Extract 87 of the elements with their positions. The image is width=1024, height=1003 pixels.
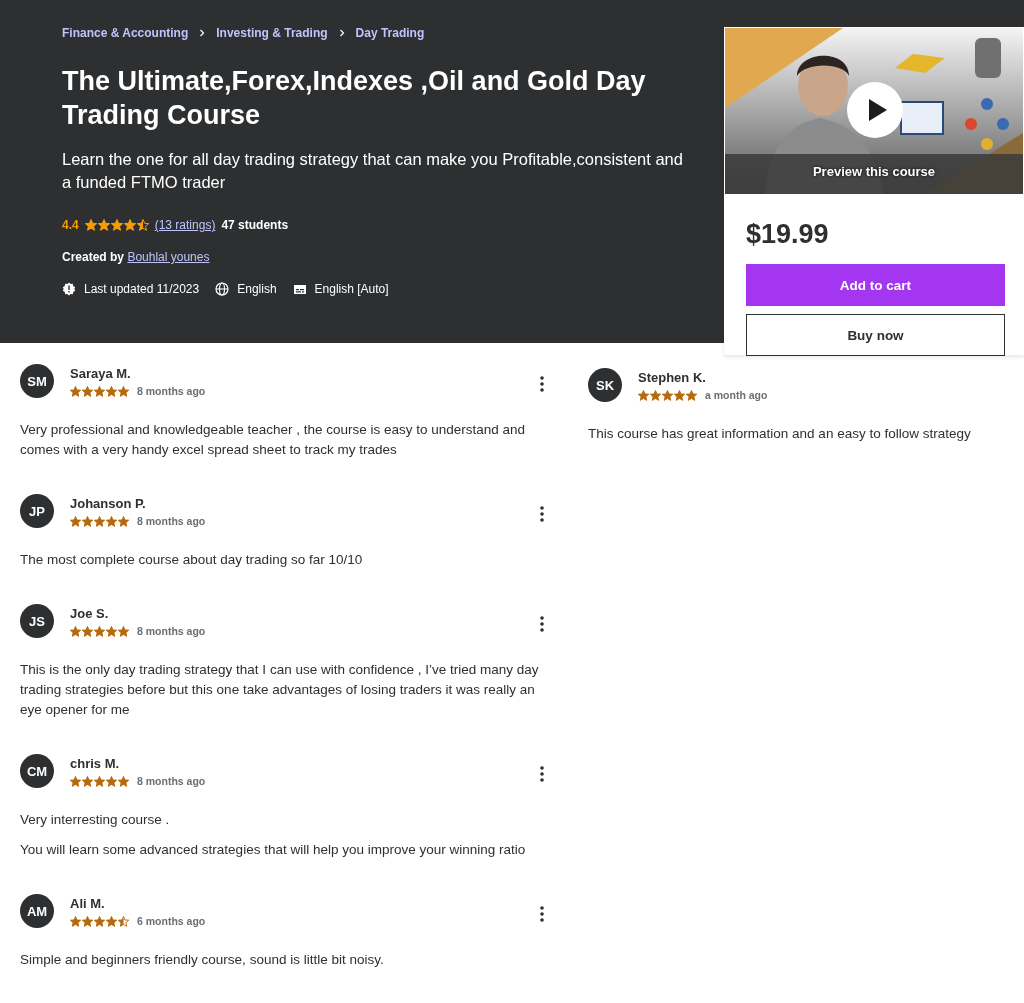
- buy-now-button[interactable]: Buy now: [746, 314, 1005, 356]
- more-options-icon[interactable]: [540, 906, 544, 922]
- created-by-label: Created by: [62, 250, 125, 264]
- play-button-icon[interactable]: [847, 82, 903, 138]
- star-icon: [118, 625, 129, 637]
- star-icon: [106, 515, 117, 527]
- breadcrumb-link[interactable]: Finance & Accounting: [62, 26, 189, 40]
- reviewer-name: Joe S.: [70, 606, 110, 621]
- more-options-icon[interactable]: [540, 616, 544, 632]
- star-icon: [94, 775, 105, 787]
- star-icon: [70, 385, 81, 397]
- star-icon: [70, 915, 81, 927]
- ratings-link[interactable]: (13 ratings): [154, 218, 216, 232]
- avatar: SK: [588, 368, 622, 402]
- meta-text: Last updated 11/2023: [84, 282, 200, 296]
- star-icon: [82, 915, 93, 927]
- star-icon: [70, 775, 81, 787]
- star-icon: [110, 219, 123, 231]
- star-icon: [123, 219, 136, 231]
- star-icon: [106, 385, 117, 397]
- meta-text: English [Auto]: [314, 282, 389, 296]
- rating-value: 4.4: [62, 218, 79, 232]
- half-star-icon: [118, 915, 129, 927]
- review-text: This course has great information and an easy to follow strategy: [588, 425, 972, 443]
- add-to-cart-button[interactable]: Add to cart: [746, 264, 1005, 306]
- avatar: JS: [20, 604, 54, 638]
- globe-icon: [215, 282, 230, 296]
- course-subtitle: Learn the one for all day trading strategy that can make you Profitable,consistent and a funded FTMO trader: [62, 149, 684, 193]
- reviewer-name: Ali M.: [70, 896, 106, 911]
- star-icon: [650, 389, 661, 401]
- half-star-icon: [136, 219, 149, 231]
- reviewer-name: Stephen K.: [638, 370, 707, 385]
- star-icon: [84, 219, 97, 231]
- review-text: Simple and beginners friendly course, sound is little bit noisy.: [20, 951, 385, 969]
- star-icon: [118, 385, 129, 397]
- star-icon: [106, 775, 117, 787]
- meta-text: English: [237, 282, 277, 296]
- review-time: 8 months ago: [137, 625, 206, 637]
- star-icon: [70, 625, 81, 637]
- star-icon: [662, 389, 673, 401]
- star-icon: [82, 775, 93, 787]
- star-icon: [674, 389, 685, 401]
- review-text: Very interresting course .: [20, 811, 171, 829]
- star-icon: [106, 915, 117, 927]
- author-link[interactable]: Bouhlal younes: [127, 250, 210, 264]
- course-title: The Ultimate,Forex,Indexes ,Oil and Gold Day Trading Course: [62, 65, 647, 132]
- avatar: SM: [20, 364, 54, 398]
- star-icon: [82, 515, 93, 527]
- star-icon: [638, 389, 649, 401]
- student-count: 47 students: [221, 218, 289, 232]
- more-options-icon[interactable]: [540, 766, 544, 782]
- chevron-icon: [198, 29, 207, 37]
- more-options-icon[interactable]: [540, 376, 544, 392]
- avatar: CM: [20, 754, 54, 788]
- reviewer-name: Johanson P.: [70, 496, 147, 511]
- star-icon: [94, 625, 105, 637]
- breadcrumb-link[interactable]: Investing & Trading: [216, 26, 328, 40]
- star-icon: [94, 915, 105, 927]
- chevron-icon: [337, 29, 346, 37]
- captions-icon: [292, 282, 307, 296]
- alert-badge-icon: [62, 282, 76, 296]
- review-text: This is the only day trading strategy that I can use with confidence , I’ve tried many day trading strategies before but this one take advantages of losing traders it was really an eye opener for me: [20, 661, 540, 719]
- star-icon: [118, 775, 129, 787]
- price: $19.99: [746, 219, 830, 250]
- star-icon: [106, 625, 117, 637]
- review-time: a month ago: [705, 389, 768, 401]
- reviewer-name: chris M.: [70, 756, 121, 771]
- avatar: AM: [20, 894, 54, 928]
- more-options-icon[interactable]: [540, 506, 544, 522]
- star-icon: [686, 389, 697, 401]
- review-text: You will learn some advanced strategies that will help you improve your winning ratio: [20, 841, 527, 859]
- review-time: 6 months ago: [137, 915, 206, 927]
- star-icon: [82, 625, 93, 637]
- star-icon: [94, 515, 105, 527]
- reviewer-name: Saraya M.: [70, 366, 132, 381]
- review-time: 8 months ago: [137, 385, 206, 397]
- star-icon: [94, 385, 105, 397]
- review-time: 8 months ago: [137, 515, 206, 527]
- review-time: 8 months ago: [137, 775, 206, 787]
- star-icon: [97, 219, 110, 231]
- review-text: Very professional and knowledgeable teacher , the course is easy to understand and comes with a very handy excel spread sheet to track my trades: [20, 421, 527, 459]
- avatar: JP: [20, 494, 54, 528]
- star-icon: [82, 385, 93, 397]
- review-text: The most complete course about day trading so far 10/10: [20, 551, 364, 569]
- star-icon: [118, 515, 129, 527]
- breadcrumb-link[interactable]: Day Trading: [355, 26, 425, 40]
- star-icon: [70, 515, 81, 527]
